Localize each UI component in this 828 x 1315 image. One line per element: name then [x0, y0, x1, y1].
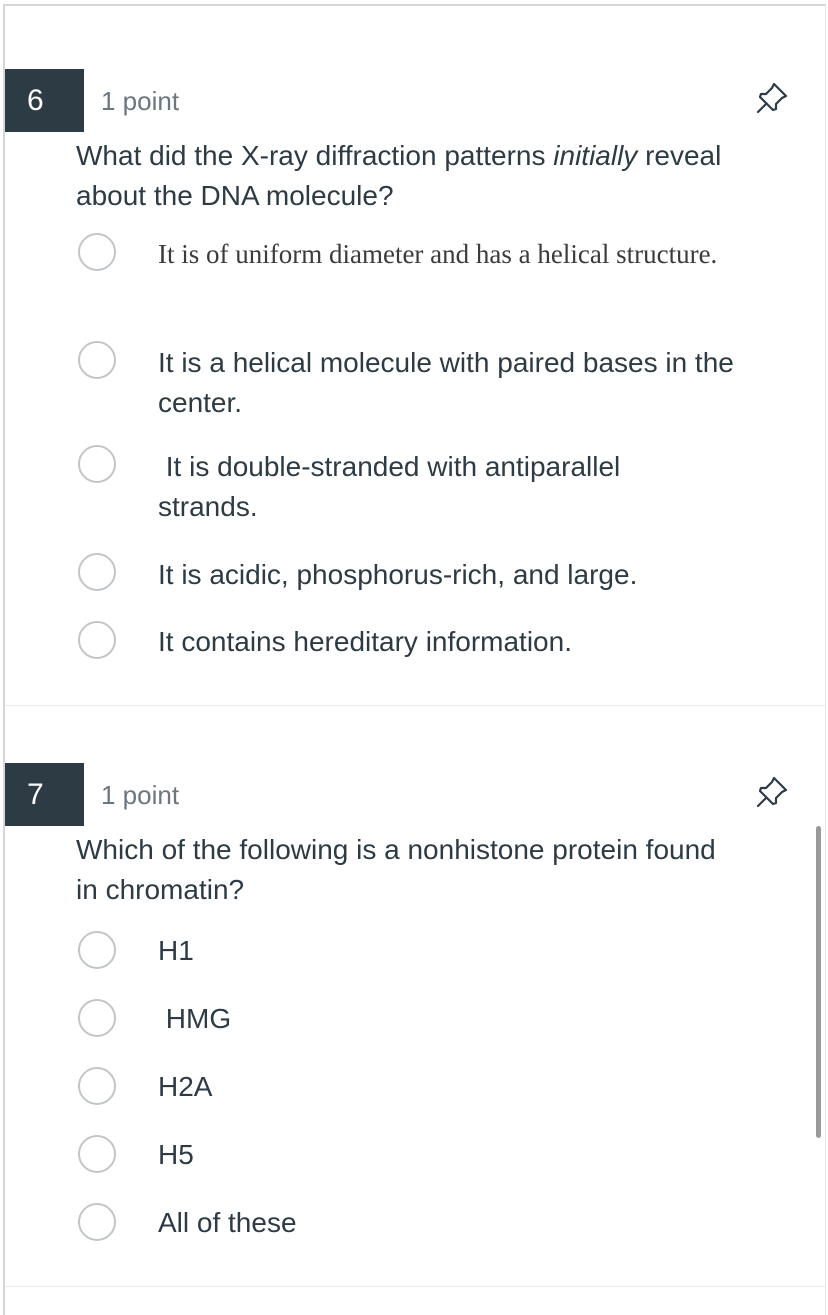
radio-button[interactable] [78, 553, 116, 591]
radio-button[interactable] [78, 233, 116, 271]
answer-label: HMG [158, 1003, 232, 1034]
answer-label: It is a helical molecule with paired bas… [158, 347, 734, 418]
question-text: Which of the following is a nonhistone p… [76, 834, 716, 905]
radio-button[interactable] [78, 341, 116, 379]
question-points: 1 point [101, 780, 180, 810]
radio-button[interactable] [78, 931, 116, 969]
radio-button[interactable] [78, 445, 116, 483]
question-number: 7 [5, 763, 84, 826]
radio-button[interactable] [78, 1067, 116, 1105]
question-number: 6 [5, 69, 84, 132]
question-divider [5, 1286, 826, 1287]
question-text-emphasis: initially [553, 140, 638, 171]
answer-label: H1 [158, 935, 194, 966]
pushpin-icon[interactable] [752, 772, 792, 812]
scrollbar-thumb[interactable] [816, 826, 821, 1138]
question-divider [5, 705, 826, 706]
pushpin-icon[interactable] [752, 78, 792, 118]
radio-button[interactable] [78, 1203, 116, 1241]
radio-button[interactable] [78, 621, 116, 659]
answer-label: It is acidic, phosphorus-rich, and large… [158, 559, 638, 590]
answer-label: H5 [158, 1139, 194, 1170]
question-text-part: What did the X-ray diffraction patterns [76, 140, 554, 171]
answer-label: H2A [158, 1071, 213, 1102]
radio-button[interactable] [78, 999, 116, 1037]
question-text: What did the X-ray diffraction patterns … [76, 136, 776, 216]
question-points: 1 point [101, 86, 180, 116]
answer-label: All of these [158, 1207, 297, 1238]
answer-label: It is double-stranded with antiparallel … [158, 451, 629, 522]
answer-label: It is of uniform diameter and has a heli… [158, 239, 718, 269]
radio-button[interactable] [78, 1135, 116, 1173]
answer-label: It contains hereditary information. [158, 626, 572, 657]
